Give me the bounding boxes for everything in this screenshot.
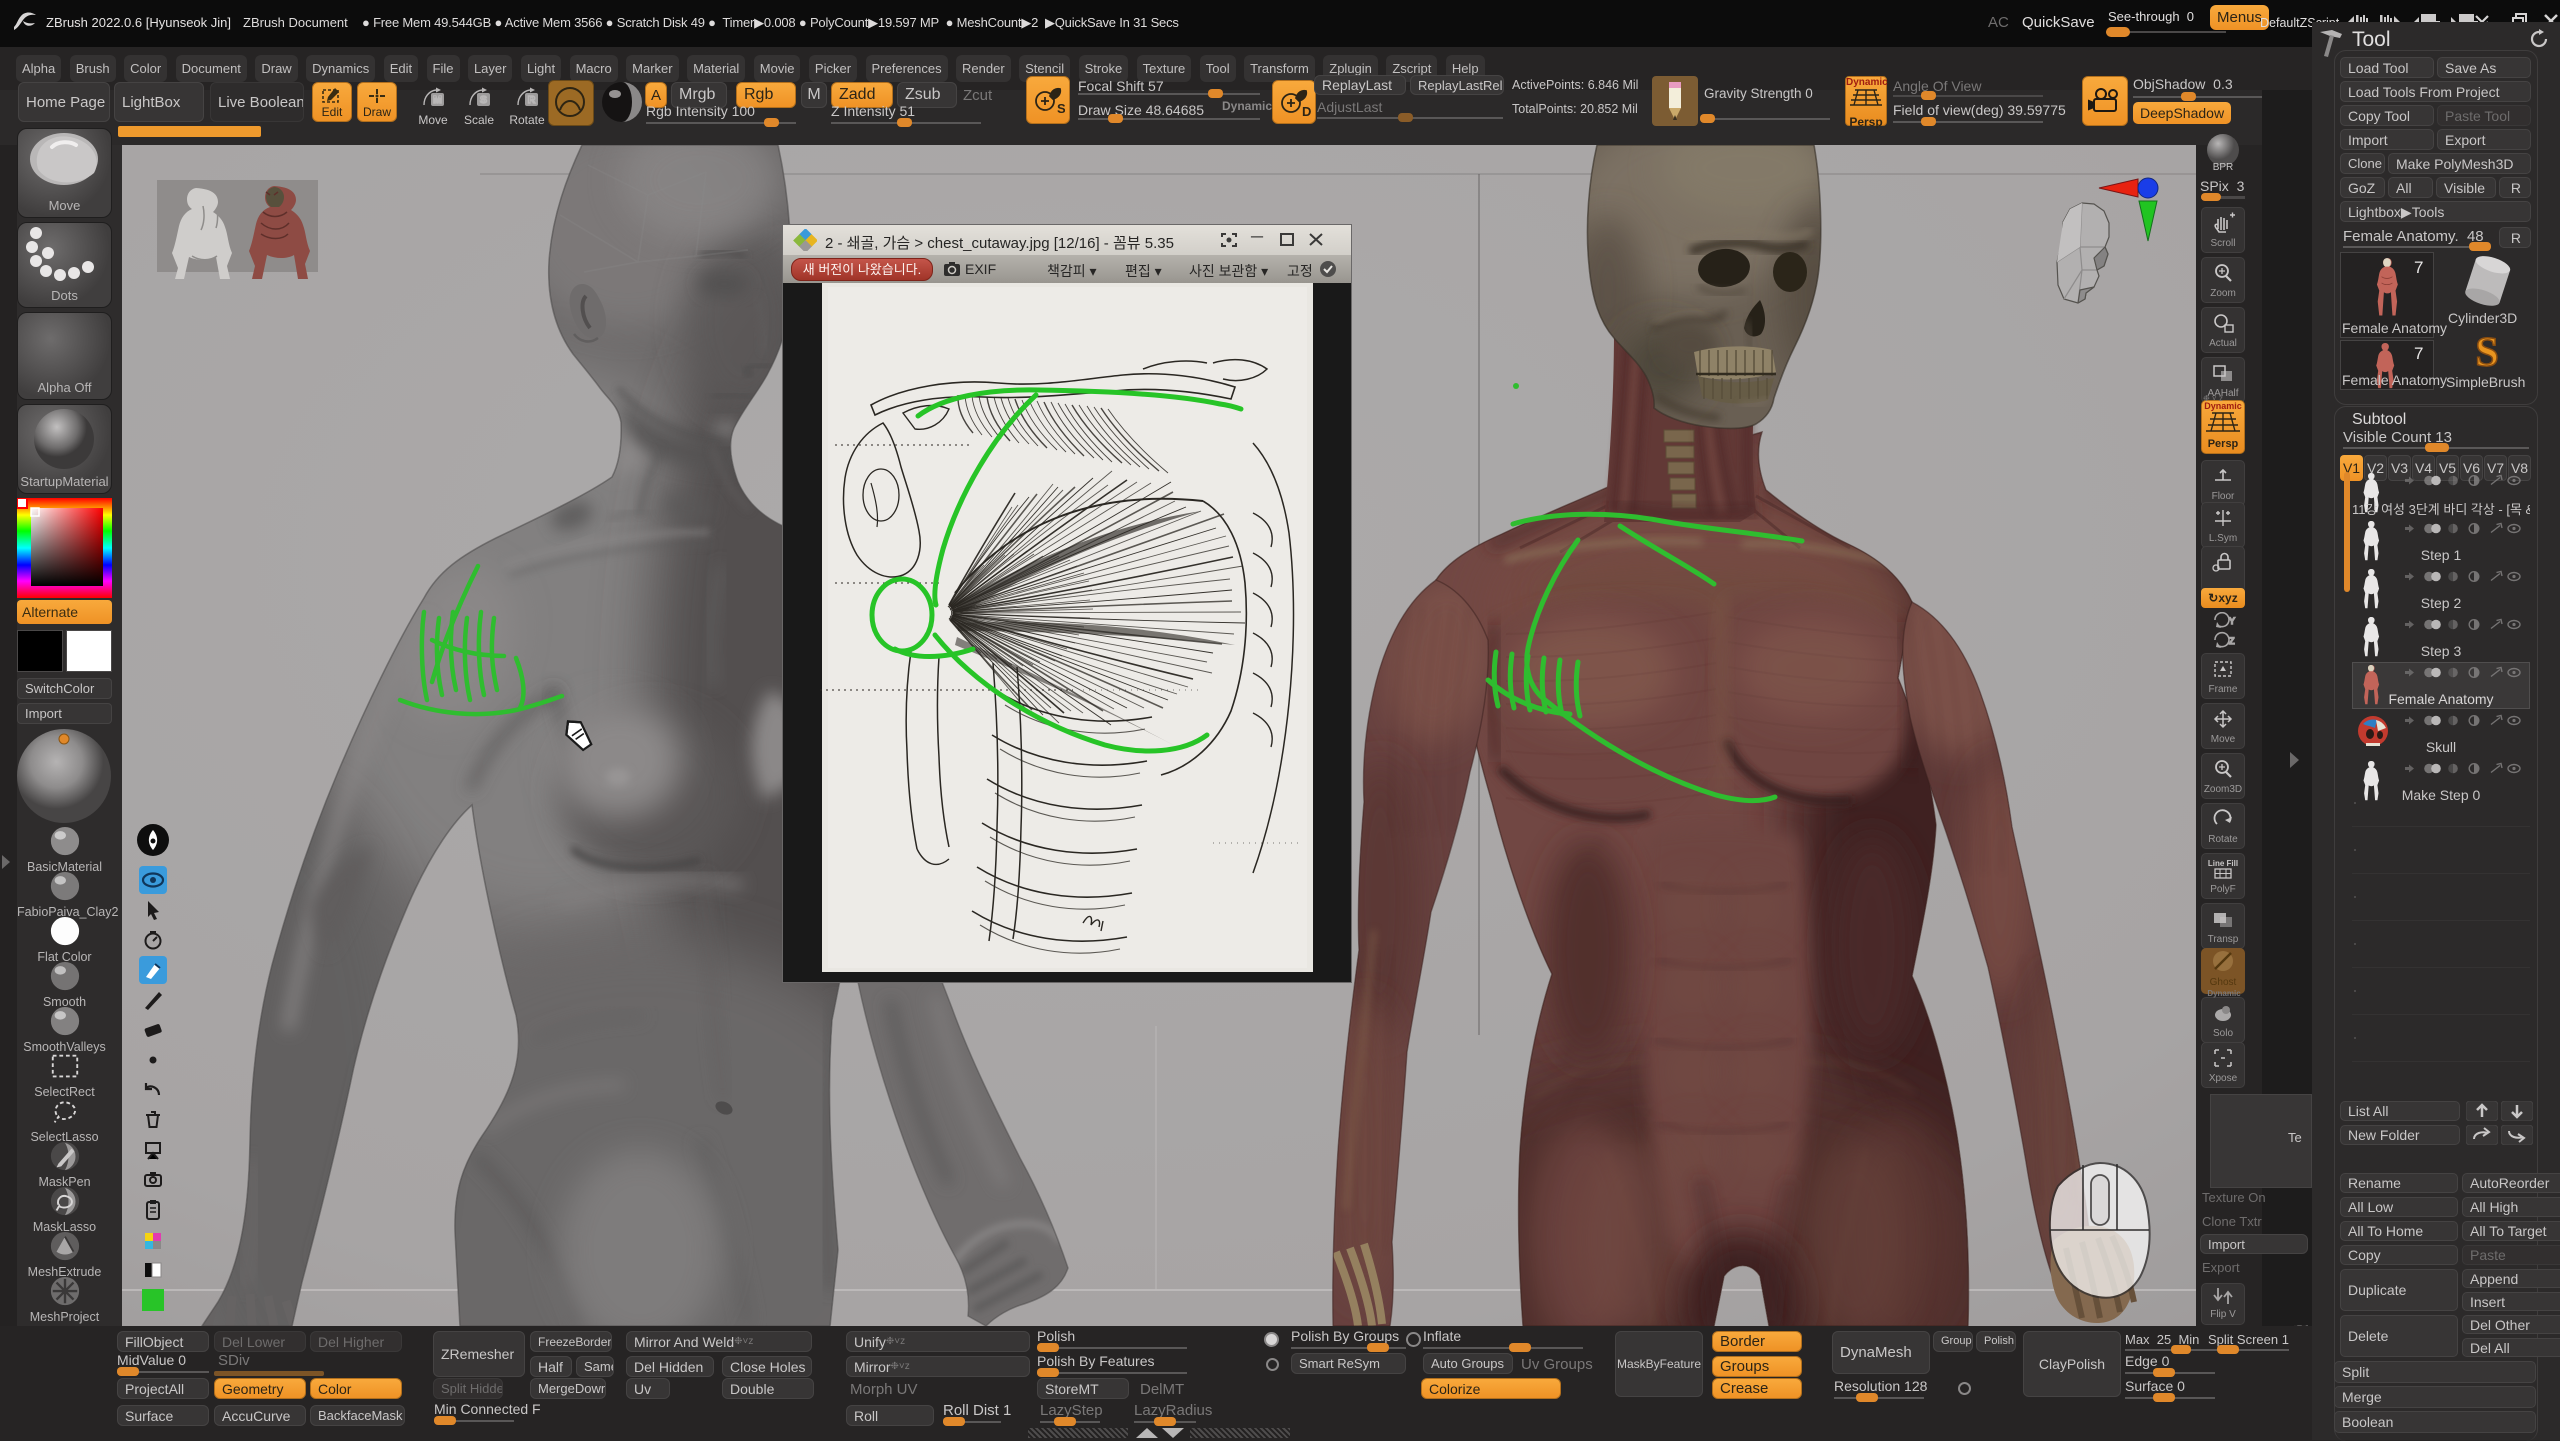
svg-text:Y: Y [2229, 616, 2235, 626]
svg-text:S: S [1057, 101, 1065, 116]
svg-text:Line Fill: Line Fill [2208, 859, 2238, 868]
svg-text:D: D [1302, 104, 1311, 119]
svg-text:M: M [433, 94, 442, 106]
svg-text:R: R [528, 94, 536, 106]
svg-text:Z: Z [2229, 636, 2235, 646]
svg-text:S: S [2475, 330, 2498, 376]
svg-text:BPR: BPR [2213, 162, 2234, 173]
svg-text:S: S [480, 94, 487, 106]
